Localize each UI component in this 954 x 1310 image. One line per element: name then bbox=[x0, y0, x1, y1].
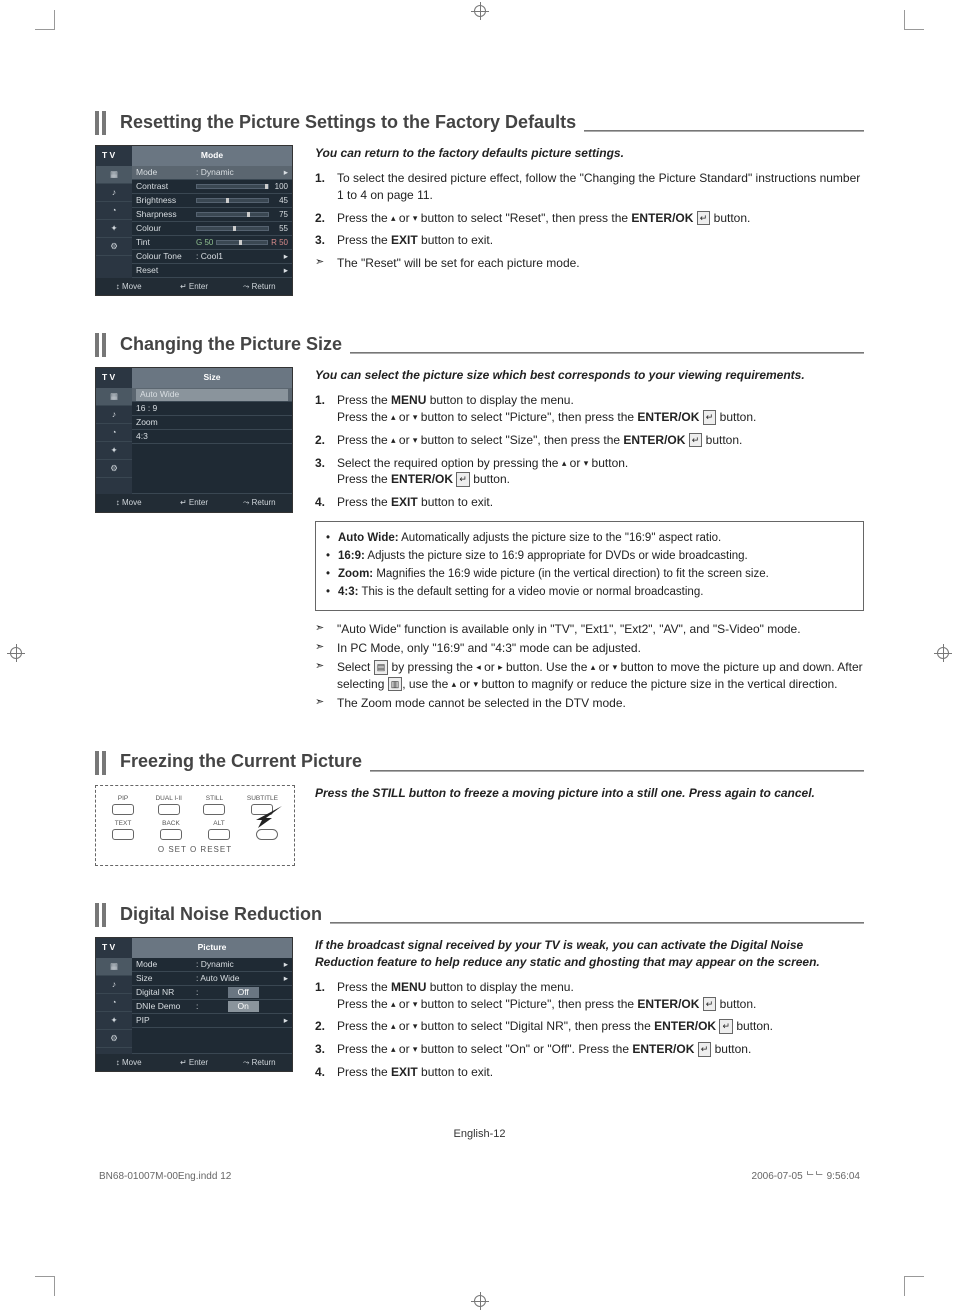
zoom-magnify-icon: ▥ bbox=[388, 677, 403, 692]
power-button-icon bbox=[256, 829, 278, 840]
cropmark bbox=[904, 10, 924, 30]
note-arrow-icon: ➣ bbox=[315, 621, 337, 638]
osd-icon-column: ▦ ♪ ◔ ✦ ⚙ bbox=[96, 388, 132, 494]
header-bars-icon bbox=[95, 111, 106, 135]
picture-icon: ▦ bbox=[96, 958, 132, 976]
header-bars-icon bbox=[95, 903, 106, 927]
steps-list: 1.Press the MENU button to display the m… bbox=[315, 979, 864, 1081]
enter-icon: ↵ bbox=[689, 433, 703, 448]
manual-page: Resetting the Picture Settings to the Fa… bbox=[55, 30, 904, 1276]
cropmark bbox=[35, 10, 55, 30]
header-bars-icon bbox=[95, 751, 106, 775]
note-arrow-icon: ➣ bbox=[315, 695, 337, 712]
section-digital-nr: Digital Noise Reduction T V Picture ▦ ♪ … bbox=[95, 902, 864, 1087]
page-number: English-12 bbox=[95, 1127, 864, 1142]
subtitle-button-icon bbox=[251, 804, 273, 815]
setup-icon: ⚙ bbox=[96, 238, 132, 256]
setup-icon: ⚙ bbox=[96, 460, 132, 478]
registration-mark-icon bbox=[7, 644, 25, 662]
section-title: Resetting the Picture Settings to the Fa… bbox=[120, 110, 576, 135]
osd-icon-column: ▦ ♪ ◔ ✦ ⚙ bbox=[96, 166, 132, 278]
registration-mark-icon bbox=[471, 1292, 489, 1310]
osd-return: ⤳ Return bbox=[227, 278, 292, 295]
clock-icon: ◔ bbox=[96, 424, 132, 442]
note-arrow-icon: ➣ bbox=[315, 659, 337, 693]
enter-icon: ↵ bbox=[703, 997, 717, 1012]
steps-list: 1.Press the MENU button to display the m… bbox=[315, 392, 864, 511]
picture-icon: ▦ bbox=[96, 166, 132, 184]
zoom-select-icon: ▤ bbox=[374, 660, 389, 675]
osd-picture-menu: T V Picture ▦ ♪ ◔ ✦ ⚙ Mode: Dynamic▸ bbox=[95, 937, 293, 1072]
still-button-icon bbox=[203, 804, 225, 815]
section-intro: You can return to the factory defaults p… bbox=[315, 145, 864, 162]
sound-icon: ♪ bbox=[96, 976, 132, 994]
section-rule bbox=[330, 922, 864, 924]
antenna-icon: ✦ bbox=[96, 1012, 132, 1030]
registration-mark-icon bbox=[471, 2, 489, 20]
clock-icon: ◔ bbox=[96, 202, 132, 220]
osd-title: Mode bbox=[132, 146, 292, 166]
dual-button-icon bbox=[158, 804, 180, 815]
osd-size-menu: T V Size ▦ ♪ ◔ ✦ ⚙ Auto Wide bbox=[95, 367, 293, 512]
text-button-icon bbox=[112, 829, 134, 840]
alt-button-icon bbox=[208, 829, 230, 840]
document-footer: BN68-01007M-00Eng.indd 12 2006-07-05 ᄂᄂ … bbox=[95, 1170, 864, 1184]
picture-icon: ▦ bbox=[96, 388, 132, 406]
section-title: Freezing the Current Picture bbox=[120, 749, 362, 774]
section-rule bbox=[370, 770, 864, 772]
section-freezing-picture: Freezing the Current Picture PIP DUAL I-… bbox=[95, 749, 864, 866]
osd-enter: ↵ Enter bbox=[161, 278, 226, 295]
section-rule bbox=[350, 352, 864, 354]
header-bars-icon bbox=[95, 333, 106, 357]
antenna-icon: ✦ bbox=[96, 442, 132, 460]
enter-icon: ↵ bbox=[698, 1042, 712, 1057]
osd-icon-column: ▦ ♪ ◔ ✦ ⚙ bbox=[96, 958, 132, 1054]
size-options-box: •Auto Wide: Automatically adjusts the pi… bbox=[315, 521, 864, 611]
doc-file-label: BN68-01007M-00Eng.indd 12 bbox=[99, 1170, 231, 1184]
section-reset-picture: Resetting the Picture Settings to the Fa… bbox=[95, 110, 864, 296]
section-picture-size: Changing the Picture Size T V Size ▦ ♪ ◔ bbox=[95, 332, 864, 713]
doc-timestamp-label: 2006-07-05 ᄂᄂ 9:56:04 bbox=[752, 1170, 860, 1184]
section-intro: If the broadcast signal received by your… bbox=[315, 937, 864, 971]
setup-icon: ⚙ bbox=[96, 1030, 132, 1048]
osd-mode-menu: T V Mode ▦ ♪ ◔ ✦ ⚙ Mode: Dynamic▸ bbox=[95, 145, 293, 296]
back-button-icon bbox=[160, 829, 182, 840]
section-rule bbox=[584, 130, 864, 132]
note-arrow-icon: ➣ bbox=[315, 640, 337, 657]
enter-icon: ↵ bbox=[703, 410, 717, 425]
sound-icon: ♪ bbox=[96, 406, 132, 424]
enter-icon: ↵ bbox=[719, 1019, 733, 1034]
antenna-icon: ✦ bbox=[96, 220, 132, 238]
enter-icon: ↵ bbox=[697, 211, 711, 226]
pip-button-icon bbox=[112, 804, 134, 815]
registration-mark-icon bbox=[934, 644, 952, 662]
section-title: Digital Noise Reduction bbox=[120, 902, 322, 927]
cropmark bbox=[35, 1276, 55, 1296]
remote-buttons-figure: PIP DUAL I-II STILL SUBTITLE TEXT BACK A… bbox=[95, 785, 295, 866]
note-arrow-icon: ➣ bbox=[315, 255, 337, 272]
enter-icon: ↵ bbox=[456, 472, 470, 487]
clock-icon: ◔ bbox=[96, 994, 132, 1012]
osd-move: ↕ Move bbox=[96, 278, 161, 295]
cropmark bbox=[904, 1276, 924, 1296]
section-intro: You can select the picture size which be… bbox=[315, 367, 864, 384]
sound-icon: ♪ bbox=[96, 184, 132, 202]
section-title: Changing the Picture Size bbox=[120, 332, 342, 357]
steps-list: 1.To select the desired picture effect, … bbox=[315, 170, 864, 249]
osd-tv-label: T V bbox=[96, 146, 132, 166]
section-intro: Press the STILL button to freeze a movin… bbox=[315, 785, 864, 802]
